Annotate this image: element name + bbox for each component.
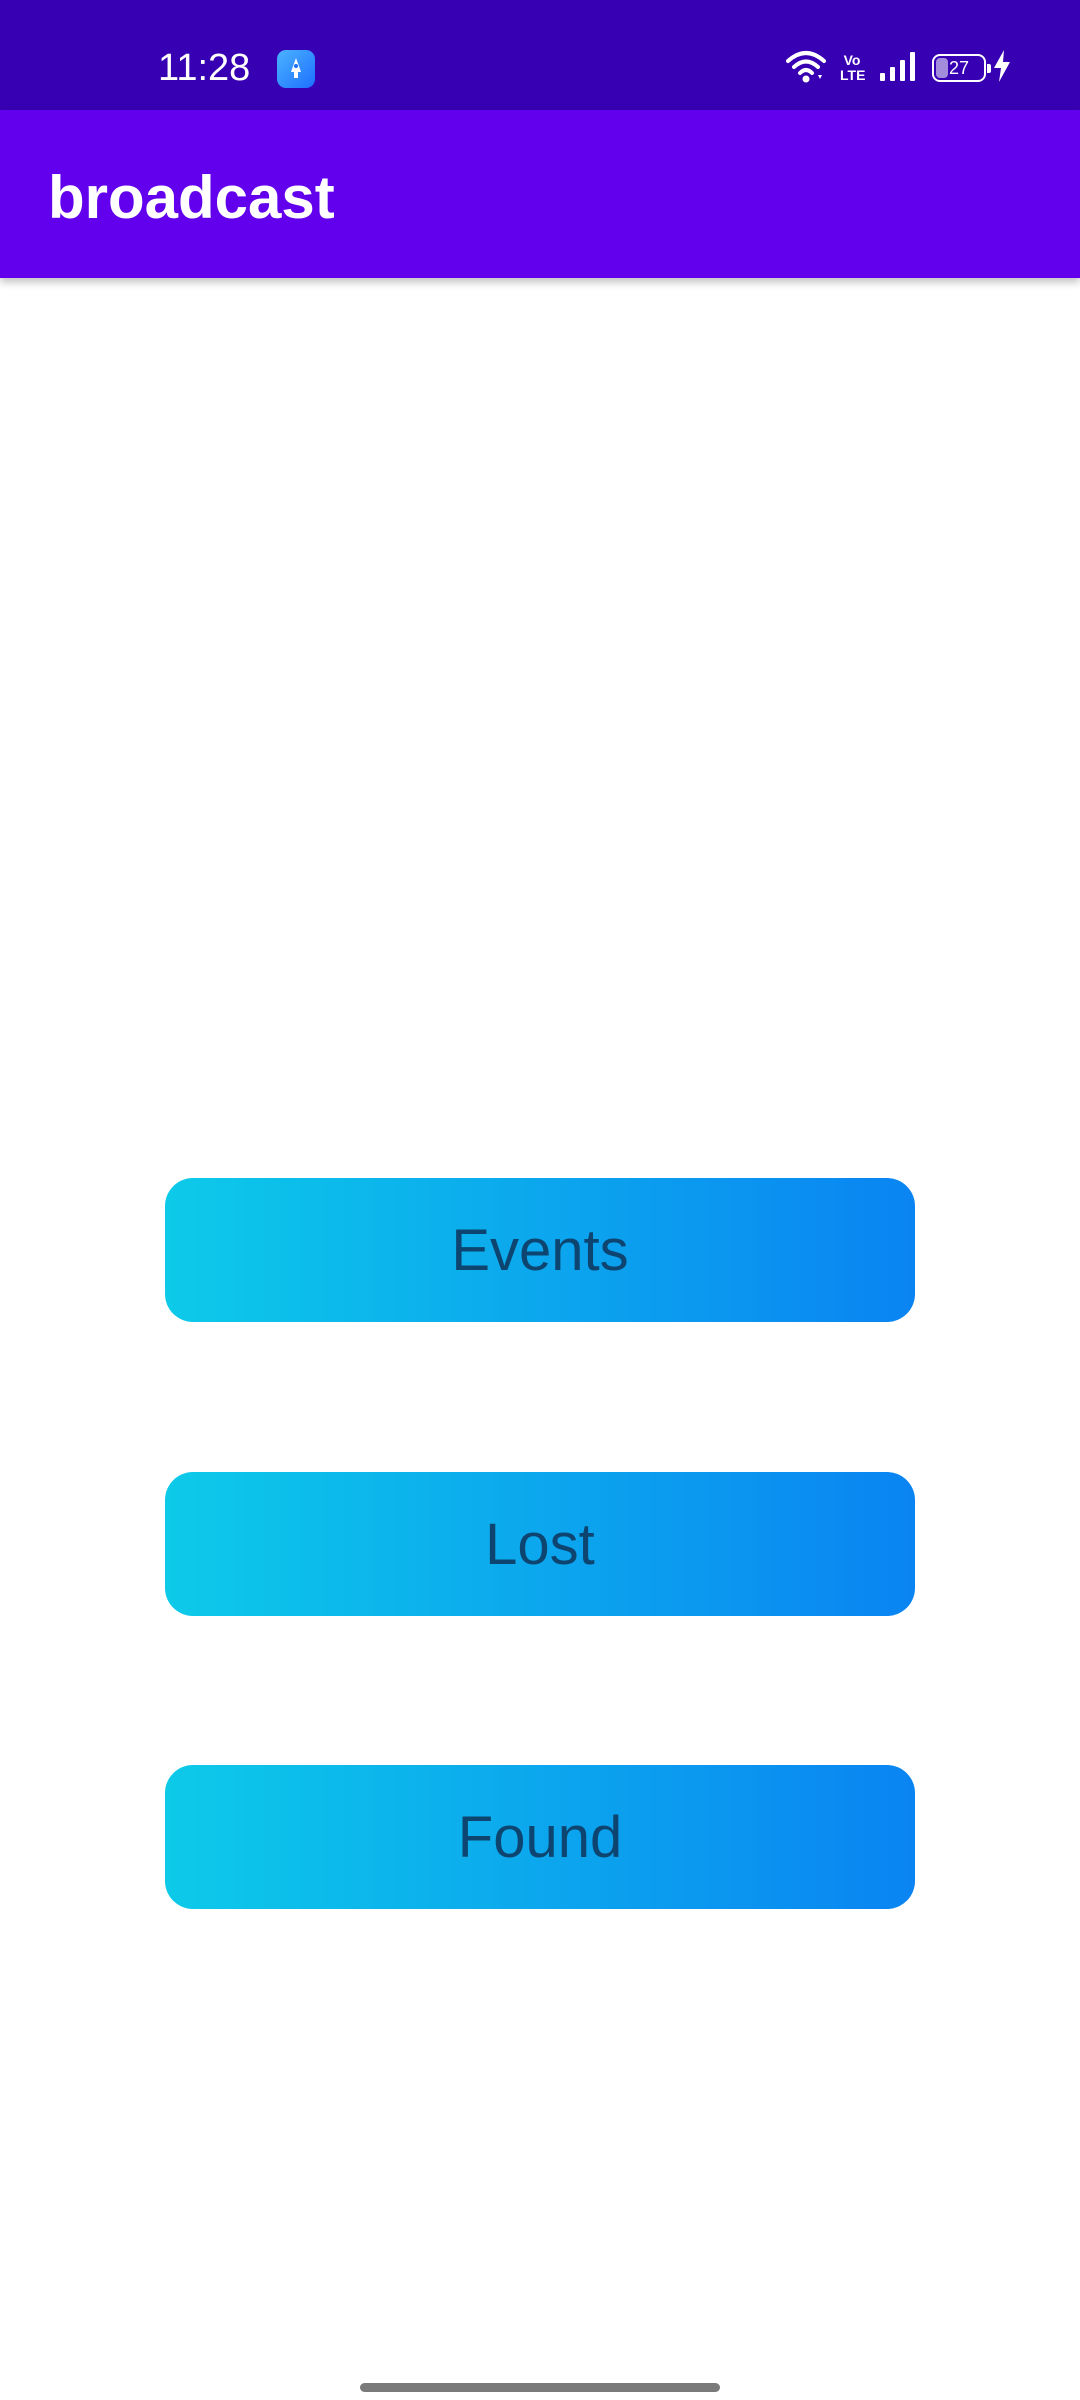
gesture-navigation-bar[interactable] [360,2383,720,2392]
volte-icon: Vo LTE [840,52,866,83]
battery-tip [987,64,991,73]
battery-fill [936,58,948,78]
charging-icon [992,49,1012,87]
wifi-icon [786,49,826,88]
status-icons: Vo LTE 27 [772,48,1012,88]
status-time: 11:28 [158,47,251,89]
events-button[interactable]: Events [165,1178,915,1322]
app-notification-icon [277,50,315,88]
battery-level: 27 [948,58,970,78]
app-title: broadcast [48,164,335,231]
status-bar: 11:28 Vo LTE 27 [0,0,1080,110]
lost-button[interactable]: Lost [165,1472,915,1616]
battery-icon: 27 [932,54,991,82]
signal-icon [878,51,918,86]
found-button[interactable]: Found [165,1765,915,1909]
app-bar: broadcast [0,110,1080,278]
screen: 11:28 Vo LTE 27 broadcast Events Lost Fo… [0,0,1080,2400]
